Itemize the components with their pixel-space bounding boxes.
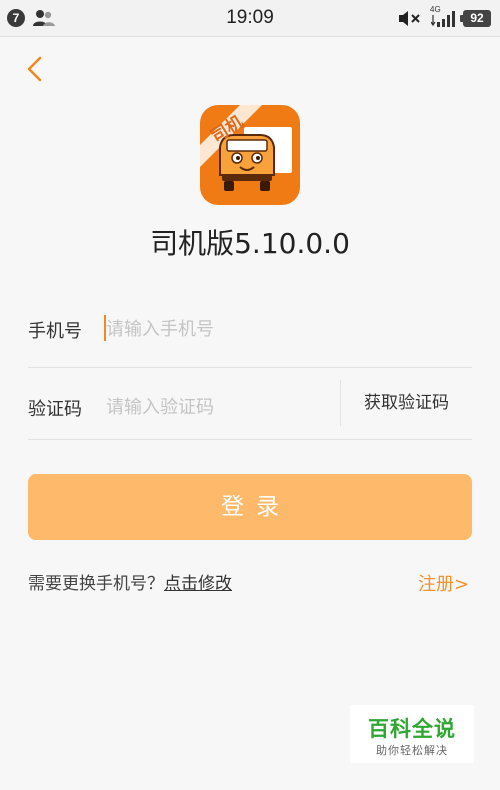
signal-icon	[431, 11, 455, 27]
change-phone-link[interactable]: 点击修改	[164, 574, 232, 594]
get-code-button[interactable]: 获取验证码	[341, 368, 472, 439]
watermark: 百科全说 助你轻松解决	[350, 705, 474, 763]
mute-icon	[399, 11, 420, 26]
login-screen: 7 19:09 4G 92 司机 司机版5.10.0.0 手机号 请输入手机号 …	[0, 0, 500, 790]
change-phone-prompt: 需要更换手机号？	[28, 574, 164, 594]
app-logo: 司机	[200, 105, 300, 205]
status-time: 19:09	[226, 7, 274, 28]
phone-input[interactable]	[106, 316, 466, 342]
app-title: 司机版5.10.0.0	[150, 227, 350, 260]
battery-indicator: 92	[460, 10, 491, 27]
status-divider	[0, 36, 500, 37]
watermark-title: 百科全说	[368, 717, 456, 741]
change-phone-row: 需要更换手机号？点击修改	[28, 569, 232, 594]
code-label: 验证码	[28, 399, 82, 420]
verification-code-input[interactable]	[106, 394, 326, 420]
status-bar: 7 19:09 4G 92	[0, 0, 500, 36]
back-button[interactable]	[18, 50, 54, 88]
phone-row: 手机号	[28, 295, 472, 368]
chevron-left-icon	[27, 56, 42, 82]
login-button[interactable]: 登录	[28, 474, 472, 540]
watermark-subtitle: 助你轻松解决	[376, 744, 448, 757]
register-link[interactable]: 注册>	[418, 570, 469, 596]
phone-label: 手机号	[28, 321, 82, 342]
code-row: 验证码 获取验证码	[28, 368, 472, 440]
